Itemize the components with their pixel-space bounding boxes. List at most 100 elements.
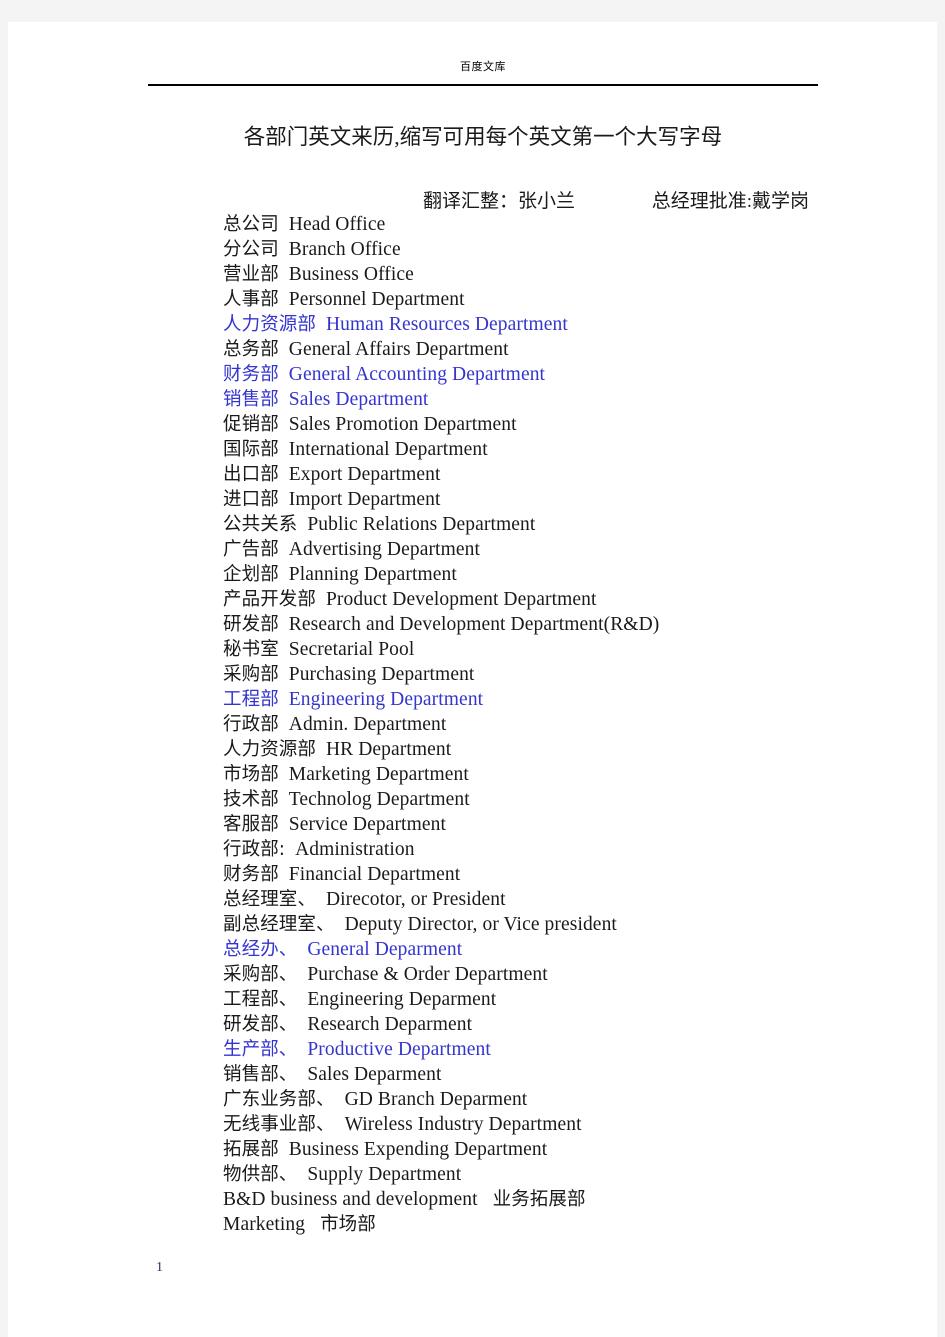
department-name-en: Head Office (288, 214, 386, 235)
department-name-cn: 采购部 (223, 664, 279, 685)
department-name-cn: 进口部 (223, 489, 279, 510)
department-entry: 促销部 Sales Promotion Department (223, 412, 923, 437)
department-entry: 生产部、 Productive Department (223, 1037, 923, 1062)
department-name-cn: 总经理室、 (223, 889, 317, 910)
department-name-cn: 市场部 (223, 764, 279, 785)
department-name-en: Business Office (288, 264, 414, 285)
department-name-en: Marketing Department (288, 764, 469, 785)
department-name-en: Sales Promotion Department (288, 414, 517, 435)
department-name-en: HR Department (325, 739, 452, 760)
department-name-cn: 研发部 (223, 614, 279, 635)
department-entry: Marketing 市场部 (223, 1212, 923, 1237)
department-name-cn: 人力资源部 (223, 739, 317, 760)
department-name-en: Marketing (223, 1214, 306, 1235)
department-entry: 副总经理室、 Deputy Director, or Vice presiden… (223, 912, 923, 937)
department-name-en: Advertising Department (288, 539, 480, 560)
department-entry: 物供部、 Supply Department (223, 1162, 923, 1187)
department-name-cn: 总公司 (223, 214, 279, 235)
department-name-cn: 总务部 (223, 339, 279, 360)
department-entry: 研发部、 Research Deparment (223, 1012, 923, 1037)
department-name-en: Admin. Department (288, 714, 447, 735)
department-name-en: Business Expending Department (288, 1139, 548, 1160)
department-entry: 销售部、 Sales Deparment (223, 1062, 923, 1087)
department-entry: 产品开发部 Product Development Department (223, 587, 923, 612)
department-entry: 总经办、 General Deparment (223, 937, 923, 962)
department-entry: 拓展部 Business Expending Department (223, 1137, 923, 1162)
department-name-cn: 财务部 (223, 364, 279, 385)
department-name-en: Supply Department (307, 1164, 462, 1185)
department-name-en: Sales Department (288, 389, 429, 410)
site-brand-label: 百度文库 (460, 60, 506, 73)
department-name-en: Financial Department (288, 864, 461, 885)
department-name-en: Deputy Director, or Vice president (344, 914, 617, 935)
department-name-cn: 行政部: (223, 839, 286, 860)
department-name-cn: 拓展部 (223, 1139, 279, 1160)
department-name-en: Research Deparment (307, 1014, 473, 1035)
department-entry: 采购部、 Purchase & Order Department (223, 962, 923, 987)
department-name-cn: 采购部、 (223, 964, 298, 985)
department-entry: 市场部 Marketing Department (223, 762, 923, 787)
department-name-cn: 工程部、 (223, 989, 298, 1010)
department-entry: 技术部 Technolog Department (223, 787, 923, 812)
department-name-en: General Accounting Department (288, 364, 546, 385)
department-name-en: Secretarial Pool (288, 639, 415, 660)
department-entry: 人力资源部 HR Department (223, 737, 923, 762)
department-name-en: Productive Department (307, 1039, 491, 1060)
department-name-en: Human Resources Department (325, 314, 568, 335)
department-entry: 人事部 Personnel Department (223, 287, 923, 312)
department-name-en: Import Department (288, 489, 441, 510)
byline-approver: 总经理批准:戴学岗 (651, 191, 810, 212)
department-entry: 行政部 Admin. Department (223, 712, 923, 737)
department-name-en: Service Department (288, 814, 446, 835)
department-entry: 研发部 Research and Development Department(… (223, 612, 923, 637)
department-entry: 工程部、 Engineering Deparment (223, 987, 923, 1012)
document-header: 百度文库 (148, 60, 818, 74)
department-name-cn: 秘书室 (223, 639, 279, 660)
department-name-en: Administration (295, 839, 415, 860)
department-name-en: General Affairs Department (288, 339, 509, 360)
department-name-cn: 广东业务部、 (223, 1089, 335, 1110)
department-name-en: International Department (288, 439, 488, 460)
department-name-cn: 客服部 (223, 814, 279, 835)
department-entry: 出口部 Export Department (223, 462, 923, 487)
department-name-cn: 人事部 (223, 289, 279, 310)
department-entry: 销售部 Sales Department (223, 387, 923, 412)
department-name-en: Technolog Department (288, 789, 470, 810)
department-name-en: Personnel Department (288, 289, 465, 310)
department-entry: 客服部 Service Department (223, 812, 923, 837)
department-name-en: Purchase & Order Department (307, 964, 548, 985)
department-entry: 总务部 General Affairs Department (223, 337, 923, 362)
byline-translator: 翻译汇整：张小兰 (423, 191, 576, 212)
department-name-en: B&D business and development (223, 1189, 478, 1210)
department-entry: 工程部 Engineering Department (223, 687, 923, 712)
department-name-cn: 财务部 (223, 864, 279, 885)
department-name-cn: 出口部 (223, 464, 279, 485)
department-name-cn: 人力资源部 (223, 314, 317, 335)
department-name-en: Sales Deparment (307, 1064, 442, 1085)
department-entry: 企划部 Planning Department (223, 562, 923, 587)
department-name-en: Engineering Deparment (307, 989, 497, 1010)
page-title: 各部门英文来历,缩写可用每个英文第一个大写字母 (243, 125, 723, 149)
department-entry: 国际部 International Department (223, 437, 923, 462)
page-number: 1 (156, 1260, 163, 1275)
department-name-en: Wireless Industry Department (344, 1114, 582, 1135)
department-name-cn: 促销部 (223, 414, 279, 435)
department-entry: 总经理室、 Direcotor, or President (223, 887, 923, 912)
department-entry: 行政部: Administration (223, 837, 923, 862)
department-entry: B&D business and development 业务拓展部 (223, 1187, 923, 1212)
department-name-cn: 研发部、 (223, 1014, 298, 1035)
department-name-cn: 总经办、 (223, 939, 298, 960)
department-name-cn: 生产部、 (223, 1039, 298, 1060)
department-entry: 秘书室 Secretarial Pool (223, 637, 923, 662)
department-name-en: Branch Office (288, 239, 401, 260)
department-name-en: GD Branch Deparment (344, 1089, 528, 1110)
department-name-en: Research and Development Department(R&D) (288, 614, 660, 635)
department-entry: 财务部 General Accounting Department (223, 362, 923, 387)
department-name-cn: 国际部 (223, 439, 279, 460)
department-entry-list: 总公司 Head Office 分公司 Branch Office 营业部 Busi… (223, 212, 923, 1237)
department-entry: 公共关系 Public Relations Department (223, 512, 923, 537)
department-entry: 营业部 Business Office (223, 262, 923, 287)
department-name-cn: 业务拓展部 (492, 1189, 586, 1210)
department-name-cn: 销售部、 (223, 1064, 298, 1085)
department-name-en: Purchasing Department (288, 664, 475, 685)
